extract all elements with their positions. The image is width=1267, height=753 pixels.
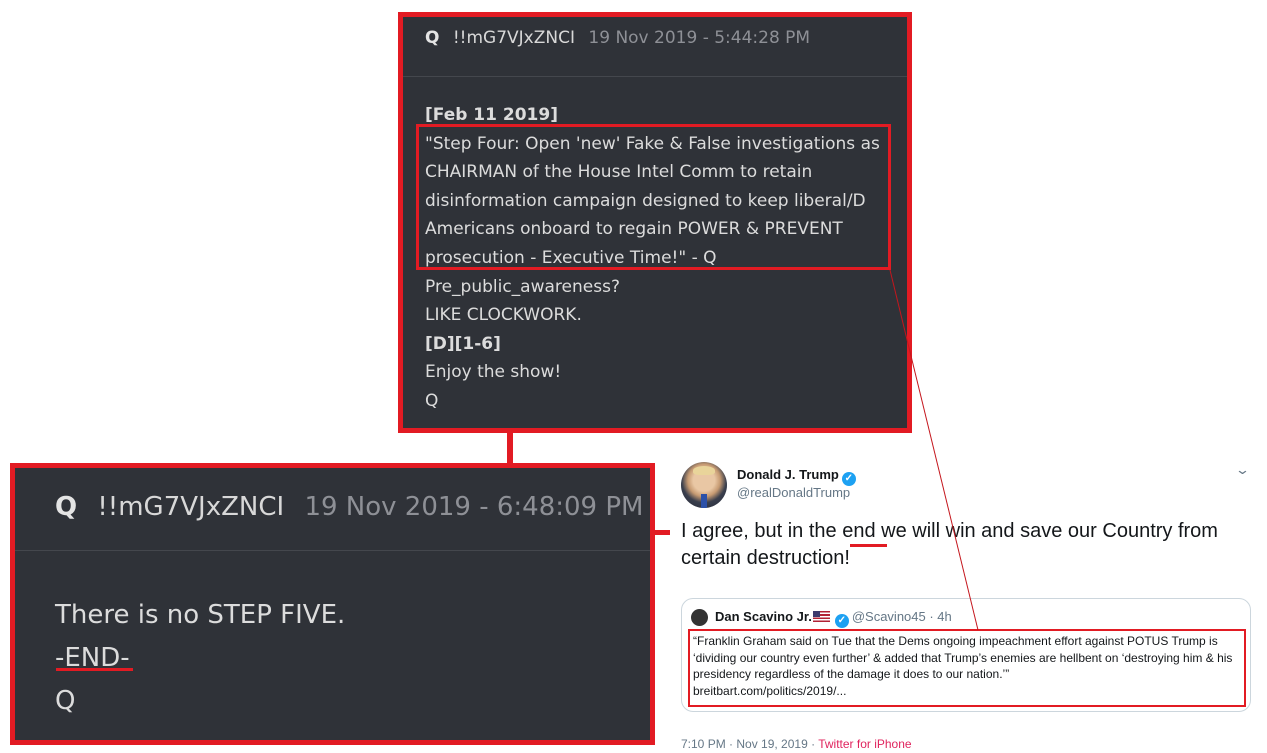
tweet-text-before: I agree, but in the <box>681 520 843 542</box>
tweet-handle[interactable]: @realDonaldTrump <box>737 485 850 500</box>
qpost-top-line: Pre_public_awareness? <box>425 276 620 297</box>
quoted-tweet[interactable]: Dan Scavino Jr. ✓ @Scavino45 · 4h “Frankli… <box>681 598 1251 712</box>
chevron-down-icon[interactable]: ⌄ <box>1235 462 1250 478</box>
tweet-display-name[interactable]: Donald J. Trump ✓ <box>737 467 856 486</box>
qpost-bottom-line: There is no STEP FIVE. <box>55 600 346 630</box>
quoted-tweet-link[interactable]: breitbart.com/politics/2019/... <box>693 683 1242 700</box>
qpost-top-line: LIKE CLOCKWORK. <box>425 305 582 326</box>
tweet-display-name-text[interactable]: Donald J. Trump <box>737 467 839 482</box>
qpost-top-line: Enjoy the show! <box>425 362 562 383</box>
qpost-top-date: 19 Nov 2019 - 5:44:28 PM <box>588 28 811 48</box>
quoted-tweet-text: “Franklin Graham said on Tue that the De… <box>693 634 1233 681</box>
quoted-tweet-header: Dan Scavino Jr. ✓ @Scavino45 · 4h <box>715 609 952 628</box>
end-word-underline <box>850 544 887 547</box>
tweet-meta: 7:10 PM · Nov 19, 2019 · Twitter for iPh… <box>681 737 912 751</box>
verified-checkmark-icon: ✓ <box>841 472 856 486</box>
avatar[interactable] <box>681 462 727 508</box>
us-flag-icon <box>812 611 830 622</box>
tweet-text: I agree, but in the end we will win and … <box>681 518 1256 572</box>
qpost-bottom-line: -END- <box>55 643 130 673</box>
tweet-time[interactable]: 7:10 PM · Nov 19, 2019 · <box>681 737 818 751</box>
qpost-bottom-name: Q <box>55 492 78 522</box>
quoted-display-name: Dan Scavino Jr. <box>715 609 812 624</box>
quoted-handle: @Scavino45 · 4h <box>851 609 952 624</box>
qpost-top-line: Q <box>425 390 439 411</box>
verified-checkmark-icon: ✓ <box>834 614 849 628</box>
qpost-top-header: Q !!mG7VJxZNCI 19 Nov 2019 - 5:44:28 PM <box>403 17 907 77</box>
qpost-bottom-header: Q !!mG7VJxZNCI 19 Nov 2019 - 6:48:09 PM <box>15 468 650 551</box>
qpost-bottom-date: 19 Nov 2019 - 6:48:09 PM <box>304 492 644 522</box>
quoted-tweet-text-highlight: “Franklin Graham said on Tue that the De… <box>688 629 1246 707</box>
quoted-avatar <box>691 609 708 626</box>
qpost-bottom-line: Q <box>55 686 76 716</box>
qpost-top-trip: !!mG7VJxZNCI <box>452 28 575 48</box>
qpost-bottom: Q !!mG7VJxZNCI 19 Nov 2019 - 6:48:09 PM … <box>10 463 655 745</box>
tweet-text-highlight: end <box>842 520 876 542</box>
qpost-bottom-body: There is no STEP FIVE. -END- Q <box>55 594 345 723</box>
end-underline <box>56 668 133 671</box>
qpost-bottom-trip: !!mG7VJxZNCI <box>97 492 285 522</box>
qpost-top-line: [D][1-6] <box>425 333 501 354</box>
qpost-top-name: Q <box>425 28 440 48</box>
tweet-source[interactable]: Twitter for iPhone <box>818 737 911 751</box>
connector-line-vertical <box>507 431 513 465</box>
tweet-card: Donald J. Trump ✓ @realDonaldTrump ⌄ I ag… <box>670 456 1260 753</box>
highlight-box-step-four <box>416 124 891 270</box>
